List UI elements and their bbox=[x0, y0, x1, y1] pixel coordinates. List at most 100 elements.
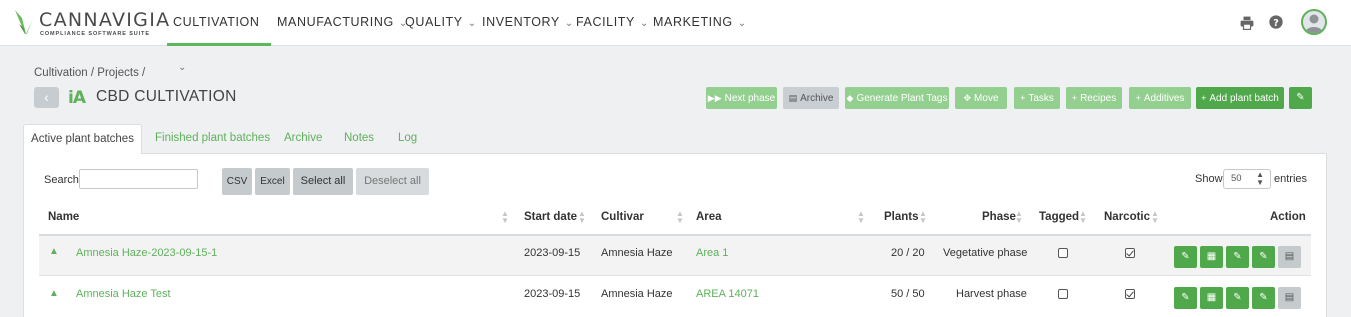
chevron-down-icon: ⌄ bbox=[737, 18, 747, 29]
pencil-button[interactable]: ✎ bbox=[1226, 246, 1249, 268]
back-button[interactable]: ‹ bbox=[34, 87, 59, 108]
marker-icon: ✎ bbox=[1259, 251, 1268, 262]
additives-button[interactable]: + Additives bbox=[1129, 87, 1191, 109]
chevron-down-icon: ⌄ bbox=[564, 18, 574, 29]
tab-finished-plant-batches[interactable]: Finished plant batches bbox=[155, 124, 270, 154]
add-plant-batch-button[interactable]: + Add plant batch bbox=[1196, 87, 1284, 109]
column-header-name[interactable]: Name bbox=[48, 211, 79, 223]
archive-button[interactable]: ▤ Archive bbox=[783, 87, 839, 109]
column-header-narcotic[interactable]: Narcotic bbox=[1104, 211, 1150, 223]
archive-batch-button[interactable]: ▤ bbox=[1278, 287, 1301, 309]
column-header-phase[interactable]: Phase bbox=[982, 211, 1016, 223]
select-arrows-icon: ▲ ▼ bbox=[1256, 170, 1264, 187]
tagged-checkbox bbox=[1058, 289, 1068, 299]
leaf-logo-icon bbox=[15, 8, 37, 34]
sort-icon: ▲ ▼ bbox=[1079, 209, 1087, 225]
column-header-start-date[interactable]: Start date bbox=[524, 211, 577, 223]
column-header-action: Action bbox=[1270, 211, 1306, 223]
nav-cultivation[interactable]: CULTIVATION ⌄ bbox=[167, 0, 271, 73]
start-date-cell: 2023-09-15 bbox=[524, 288, 581, 300]
plus-icon: + bbox=[1201, 93, 1207, 103]
grid-view-button[interactable]: ▦ bbox=[1200, 287, 1223, 309]
cultivar-cell: Amnesia Haze bbox=[601, 288, 673, 300]
archive-icon: ▤ bbox=[788, 93, 798, 103]
pencil-icon: ✎ bbox=[1296, 92, 1305, 103]
nav-manufacturing[interactable]: MANUFACTURING ⌄ bbox=[277, 0, 408, 46]
search-input[interactable] bbox=[79, 169, 198, 189]
plant-batch-icon: ▲​ bbox=[49, 288, 59, 299]
sort-icon: ▲ ▼ bbox=[1151, 209, 1159, 225]
archive-batch-button[interactable]: ▤ bbox=[1278, 246, 1301, 268]
batch-name-link[interactable]: Amnesia Haze-2023-09-15-1 bbox=[76, 247, 217, 259]
show-label: Show bbox=[1195, 173, 1223, 185]
nav-quality[interactable]: QUALITY ⌄ bbox=[405, 0, 477, 46]
area-link[interactable]: AREA 14071 bbox=[696, 288, 759, 300]
csv-export-button[interactable]: CSV bbox=[222, 168, 252, 195]
grid-icon: ▦ bbox=[1206, 292, 1217, 303]
sort-icon: ▲ ▼ bbox=[501, 209, 509, 225]
column-header-tagged[interactable]: Tagged bbox=[1039, 211, 1079, 223]
phase-cell: Vegetative phase bbox=[943, 247, 1028, 259]
brand-name: CANNAVIGIA bbox=[39, 9, 171, 31]
start-date-cell: 2023-09-15 bbox=[524, 247, 581, 259]
grid-view-button[interactable]: ▦ bbox=[1200, 246, 1223, 268]
column-header-plants[interactable]: Plants bbox=[884, 211, 919, 223]
column-header-cultivar[interactable]: Cultivar bbox=[601, 211, 644, 223]
narcotic-checkbox bbox=[1125, 289, 1135, 299]
narcotic-checkbox bbox=[1125, 248, 1135, 258]
recipes-button[interactable]: + Recipes bbox=[1066, 87, 1122, 109]
page-size-value: 50 bbox=[1231, 173, 1242, 184]
page-size-select[interactable]: 50 ▲ ▼ bbox=[1223, 169, 1271, 189]
edit-batch-button[interactable]: ✎ bbox=[1174, 246, 1197, 268]
search-label: Search bbox=[44, 174, 79, 186]
help-icon[interactable]: ? bbox=[1269, 15, 1283, 29]
sort-icon: ▲ ▼ bbox=[578, 209, 586, 225]
area-link[interactable]: Area 1 bbox=[696, 247, 728, 259]
table-row bbox=[39, 236, 1311, 276]
archive-icon: ▤ bbox=[1284, 251, 1295, 262]
marker-button[interactable]: ✎ bbox=[1252, 246, 1275, 268]
tasks-button[interactable]: + Tasks bbox=[1014, 87, 1060, 109]
user-avatar-icon[interactable] bbox=[1301, 9, 1327, 35]
brand-tagline: COMPLIANCE SOFTWARE SUITE bbox=[40, 31, 150, 37]
pencil-icon: ✎ bbox=[1233, 292, 1242, 303]
brand-logo[interactable]: CANNAVIGIA COMPLIANCE SOFTWARE SUITE bbox=[12, 6, 169, 40]
chevron-left-icon: ‹ bbox=[44, 89, 49, 105]
tab-log[interactable]: Log bbox=[398, 124, 417, 154]
tag-icon: ◆ bbox=[846, 93, 854, 103]
page-title: CBD CULTIVATION bbox=[96, 88, 237, 105]
nav-marketing[interactable]: MARKETING ⌄ bbox=[653, 0, 747, 46]
plant-batch-icon: ▲​ bbox=[49, 246, 59, 257]
nav-inventory[interactable]: INVENTORY ⌄ bbox=[482, 0, 574, 46]
project-type-icon: iA bbox=[68, 88, 86, 108]
fast-forward-icon: ▶▶ bbox=[707, 93, 722, 103]
marker-button[interactable]: ✎ bbox=[1252, 287, 1275, 309]
entries-label: entries bbox=[1274, 173, 1308, 185]
sort-icon: ▲ ▼ bbox=[676, 209, 684, 225]
tab-archive[interactable]: Archive bbox=[284, 124, 322, 154]
batch-name-link[interactable]: Amnesia Haze Test bbox=[76, 288, 171, 300]
top-navbar: CANNAVIGIA COMPLIANCE SOFTWARE SUITE CUL… bbox=[0, 0, 1351, 73]
edit-icon: ✎ bbox=[1181, 292, 1190, 303]
tab-notes[interactable]: Notes bbox=[344, 124, 374, 154]
generate-plant-tags-button[interactable]: ◆ Generate Plant Tags bbox=[845, 87, 949, 109]
nav-label: MARKETING bbox=[653, 15, 733, 29]
edit-project-button[interactable]: ✎ bbox=[1289, 87, 1312, 109]
breadcrumb[interactable]: Cultivation / Projects / bbox=[34, 67, 145, 79]
column-header-area[interactable]: Area bbox=[696, 211, 722, 223]
sort-icon: ▲ ▼ bbox=[857, 209, 865, 225]
excel-export-button[interactable]: Excel bbox=[255, 168, 290, 195]
tab-active-plant-batches[interactable]: Active plant batches bbox=[23, 124, 142, 154]
move-button[interactable]: ✥ Move bbox=[955, 87, 1007, 109]
print-icon[interactable] bbox=[1240, 16, 1254, 30]
select-all-button[interactable]: Select all bbox=[293, 168, 353, 195]
pencil-button[interactable]: ✎ bbox=[1226, 287, 1249, 309]
deselect-all-button[interactable]: Deselect all bbox=[356, 168, 429, 195]
nav-facility[interactable]: FACILITY ⌄ bbox=[576, 0, 649, 46]
edit-icon: ✎ bbox=[1181, 251, 1190, 262]
pencil-icon: ✎ bbox=[1233, 251, 1242, 262]
archive-icon: ▤ bbox=[1284, 292, 1295, 303]
plus-icon: + bbox=[1071, 93, 1078, 103]
next-phase-button[interactable]: ▶▶ Next phase bbox=[706, 87, 777, 109]
edit-batch-button[interactable]: ✎ bbox=[1174, 287, 1197, 309]
